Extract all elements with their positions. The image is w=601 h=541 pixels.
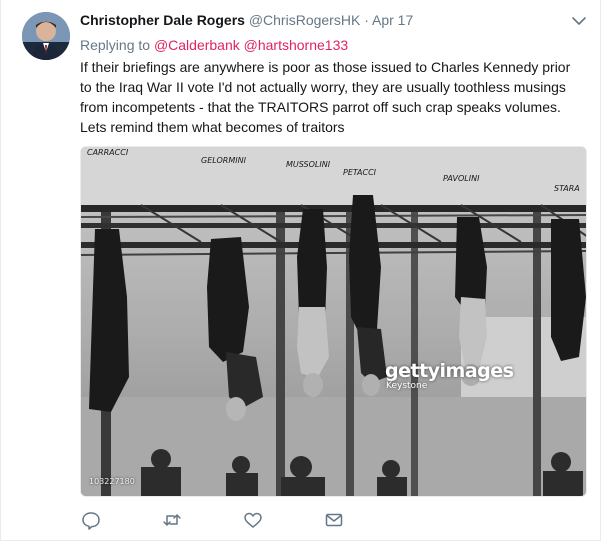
separator-dot: ·: [364, 12, 369, 28]
watermark-brand: gettyimages: [385, 360, 514, 382]
tweet-text-line: from incompetents - that the TRAITORS pa…: [80, 99, 561, 115]
tweet-card[interactable]: Christopher Dale Rogers @ChrisRogersHK ·…: [0, 0, 601, 541]
photo-illustration: CARRACCI GELORMINI MUSSOLINI PETACCI PAV…: [81, 147, 586, 496]
author-fullname[interactable]: Christopher Dale Rogers: [80, 12, 245, 28]
tweet-timestamp[interactable]: Apr 17: [372, 12, 413, 28]
getty-watermark: gettyimages Keystone: [385, 360, 514, 391]
watermark-credit: Keystone: [386, 381, 428, 391]
tweet-actions: [80, 509, 587, 531]
tweet-text-line: Lets remind them what becomes of traitor…: [80, 119, 345, 135]
replying-to-label: Replying to: [80, 37, 154, 53]
avatar[interactable]: [22, 12, 70, 60]
tweet-text-line: to the Iraq War II vote I'd not actually…: [80, 79, 566, 95]
mention-hartshorne133[interactable]: @hartshorne133: [244, 37, 349, 53]
retweet-icon[interactable]: [161, 509, 183, 531]
image-id: 103227180: [89, 477, 135, 486]
tweet-text-line: If their briefings are anywhere is poor …: [80, 59, 571, 75]
tweet-header: Christopher Dale Rogers @ChrisRogersHK ·…: [80, 12, 413, 32]
tweet-photo[interactable]: CARRACCI GELORMINI MUSSOLINI PETACCI PAV…: [80, 146, 587, 497]
replying-to: Replying to @Calderbank @hartshorne133: [80, 37, 348, 53]
direct-message-icon[interactable]: [323, 509, 345, 531]
like-icon[interactable]: [242, 509, 264, 531]
tweet-text: If their briefings are anywhere is poor …: [80, 57, 585, 137]
mention-calderbank[interactable]: @Calderbank: [154, 37, 240, 53]
author-username[interactable]: @ChrisRogersHK: [249, 12, 360, 28]
chevron-down-icon[interactable]: [571, 14, 587, 26]
reply-icon[interactable]: [80, 509, 102, 531]
